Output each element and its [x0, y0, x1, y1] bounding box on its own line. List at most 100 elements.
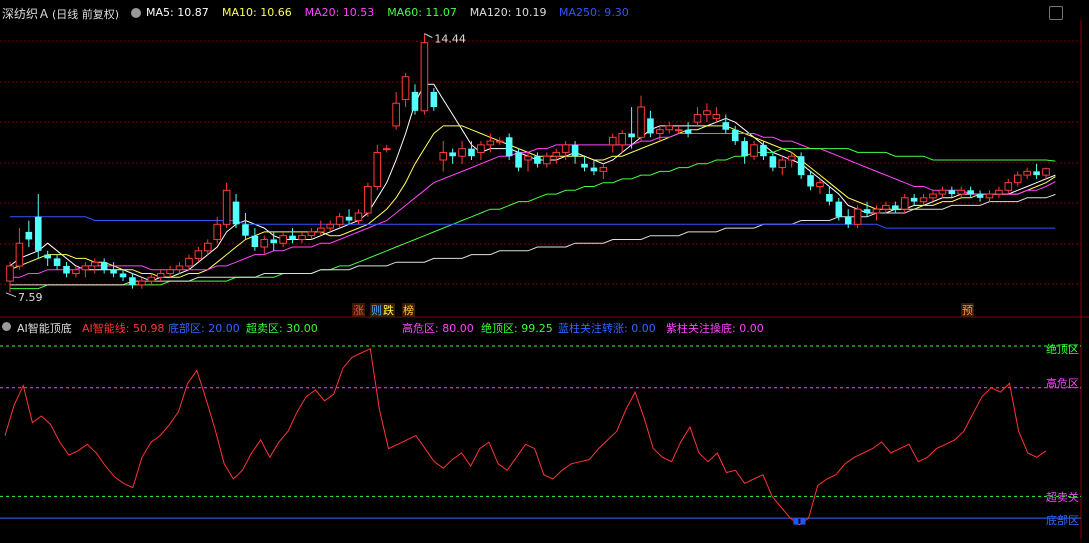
- candle-down: [534, 156, 541, 164]
- indicator-legend-item: 绝顶区: 99.25: [481, 322, 553, 335]
- candle-up: [326, 223, 335, 229]
- indicator-legend-item: 高危区: 80.00: [402, 322, 474, 335]
- ma-line-ma10: [9, 125, 1056, 278]
- candle-up: [90, 261, 99, 267]
- ma-legend-item: MA10: 10.66: [222, 6, 292, 19]
- candle-down: [468, 148, 475, 157]
- chart-canvas[interactable]: 14.44 7.59 涨则跌榜 预绝顶区高危区超卖关底部区: [0, 0, 1089, 539]
- candle-up: [656, 129, 664, 135]
- candle-down: [289, 235, 296, 240]
- candle-up: [382, 148, 391, 151]
- candle-up: [15, 242, 24, 267]
- candle-up: [674, 129, 683, 132]
- ma-line-ma20: [10, 133, 1056, 278]
- ma-line-ma60: [10, 148, 1056, 290]
- candle-up: [138, 280, 146, 286]
- candle-up: [439, 151, 448, 161]
- candle-up: [185, 257, 193, 267]
- ma-line-ma5: [9, 83, 1056, 282]
- candle-up: [919, 197, 928, 203]
- indicator-legend-item: 底部区: 20.00: [168, 322, 240, 335]
- candle-up: [787, 155, 796, 161]
- candle-up: [156, 273, 165, 278]
- candle-up: [203, 242, 212, 252]
- candle-down: [251, 235, 259, 248]
- candle-down: [628, 133, 635, 138]
- candle-down: [25, 231, 33, 240]
- candle-down: [967, 190, 974, 195]
- panel-toggle-icon[interactable]: [1049, 6, 1063, 20]
- high-price-label: 14.44: [434, 33, 466, 46]
- candle-up: [194, 250, 203, 259]
- candle-down: [1033, 171, 1040, 176]
- zone-label: 超卖关: [1046, 490, 1079, 504]
- candle-up: [486, 140, 495, 146]
- candle-up: [401, 76, 410, 100]
- candle-up: [81, 265, 90, 271]
- candle-down: [590, 167, 598, 172]
- candle-up: [750, 144, 758, 157]
- candle-up: [957, 189, 966, 195]
- indicator-menu-icon[interactable]: [2, 322, 11, 331]
- ma-legend-item: MA20: 10.53: [304, 6, 375, 19]
- candle-down: [100, 262, 108, 270]
- ma-legend-item: MA120: 10.19: [469, 6, 547, 19]
- ma-legend-item: MA5: 10.87: [146, 6, 209, 19]
- candle-down: [119, 273, 127, 278]
- candle-down: [581, 163, 588, 168]
- candle-up: [778, 159, 787, 169]
- indicator-legend-item: AI智能线: 50.98: [82, 322, 165, 335]
- dropdown-icon[interactable]: [131, 8, 141, 18]
- candle-up: [166, 269, 174, 275]
- period-label: (日线 前复权): [52, 8, 120, 21]
- low-pointer: [5, 292, 17, 298]
- candle-up: [929, 193, 937, 199]
- candle-down: [722, 122, 730, 130]
- candle-down: [910, 197, 918, 202]
- candle-up: [816, 182, 824, 187]
- candle-down: [976, 194, 984, 198]
- event-marker: 榜: [403, 303, 414, 317]
- candle-down: [826, 194, 833, 202]
- candle-up: [995, 189, 1003, 195]
- candle-up: [618, 133, 626, 146]
- candle-down: [515, 152, 522, 168]
- candle-up: [1013, 174, 1022, 184]
- candle-up: [354, 212, 363, 222]
- candle-down: [110, 269, 117, 274]
- candle-down: [129, 277, 136, 285]
- candle-up: [693, 114, 702, 123]
- candle-up: [420, 42, 429, 112]
- candle-up: [373, 151, 382, 187]
- candle-up: [938, 189, 947, 195]
- stock-name: 深纺织Ａ: [2, 7, 51, 21]
- candle-up: [552, 151, 561, 157]
- low-price-label: 7.59: [18, 291, 43, 304]
- candle-down: [232, 201, 240, 225]
- candle-down: [34, 216, 42, 251]
- candle-down: [684, 129, 692, 134]
- zone-label: 高危区: [1046, 376, 1079, 390]
- candle-down: [430, 91, 438, 108]
- candle-up: [1023, 170, 1031, 176]
- candle-down: [769, 156, 777, 168]
- candle-down: [835, 201, 843, 217]
- candle-down: [741, 141, 748, 157]
- stock-chart-window: 14.44 7.59 涨则跌榜 预绝顶区 高危区 超卖关 底部区 深纺织Ａ (日线 前复权)…: [0, 0, 1089, 539]
- event-marker: 涨: [353, 304, 364, 317]
- candle-down: [892, 205, 899, 210]
- event-marker: 预: [962, 304, 973, 317]
- candle-up: [317, 227, 325, 233]
- candle-up: [364, 185, 372, 214]
- candle-down: [647, 118, 654, 134]
- zone-label: 绝顶区: [1046, 342, 1079, 356]
- candle-up: [147, 276, 156, 282]
- candle-up: [213, 223, 221, 240]
- candle-down: [242, 224, 249, 236]
- candle-down: [797, 156, 805, 176]
- candle-up: [307, 231, 316, 237]
- indicator-legend-item: 蓝柱关注转涨: 0.00: [558, 322, 656, 335]
- candle-down: [948, 190, 956, 195]
- candle-up: [665, 125, 674, 131]
- candle-up: [872, 208, 881, 214]
